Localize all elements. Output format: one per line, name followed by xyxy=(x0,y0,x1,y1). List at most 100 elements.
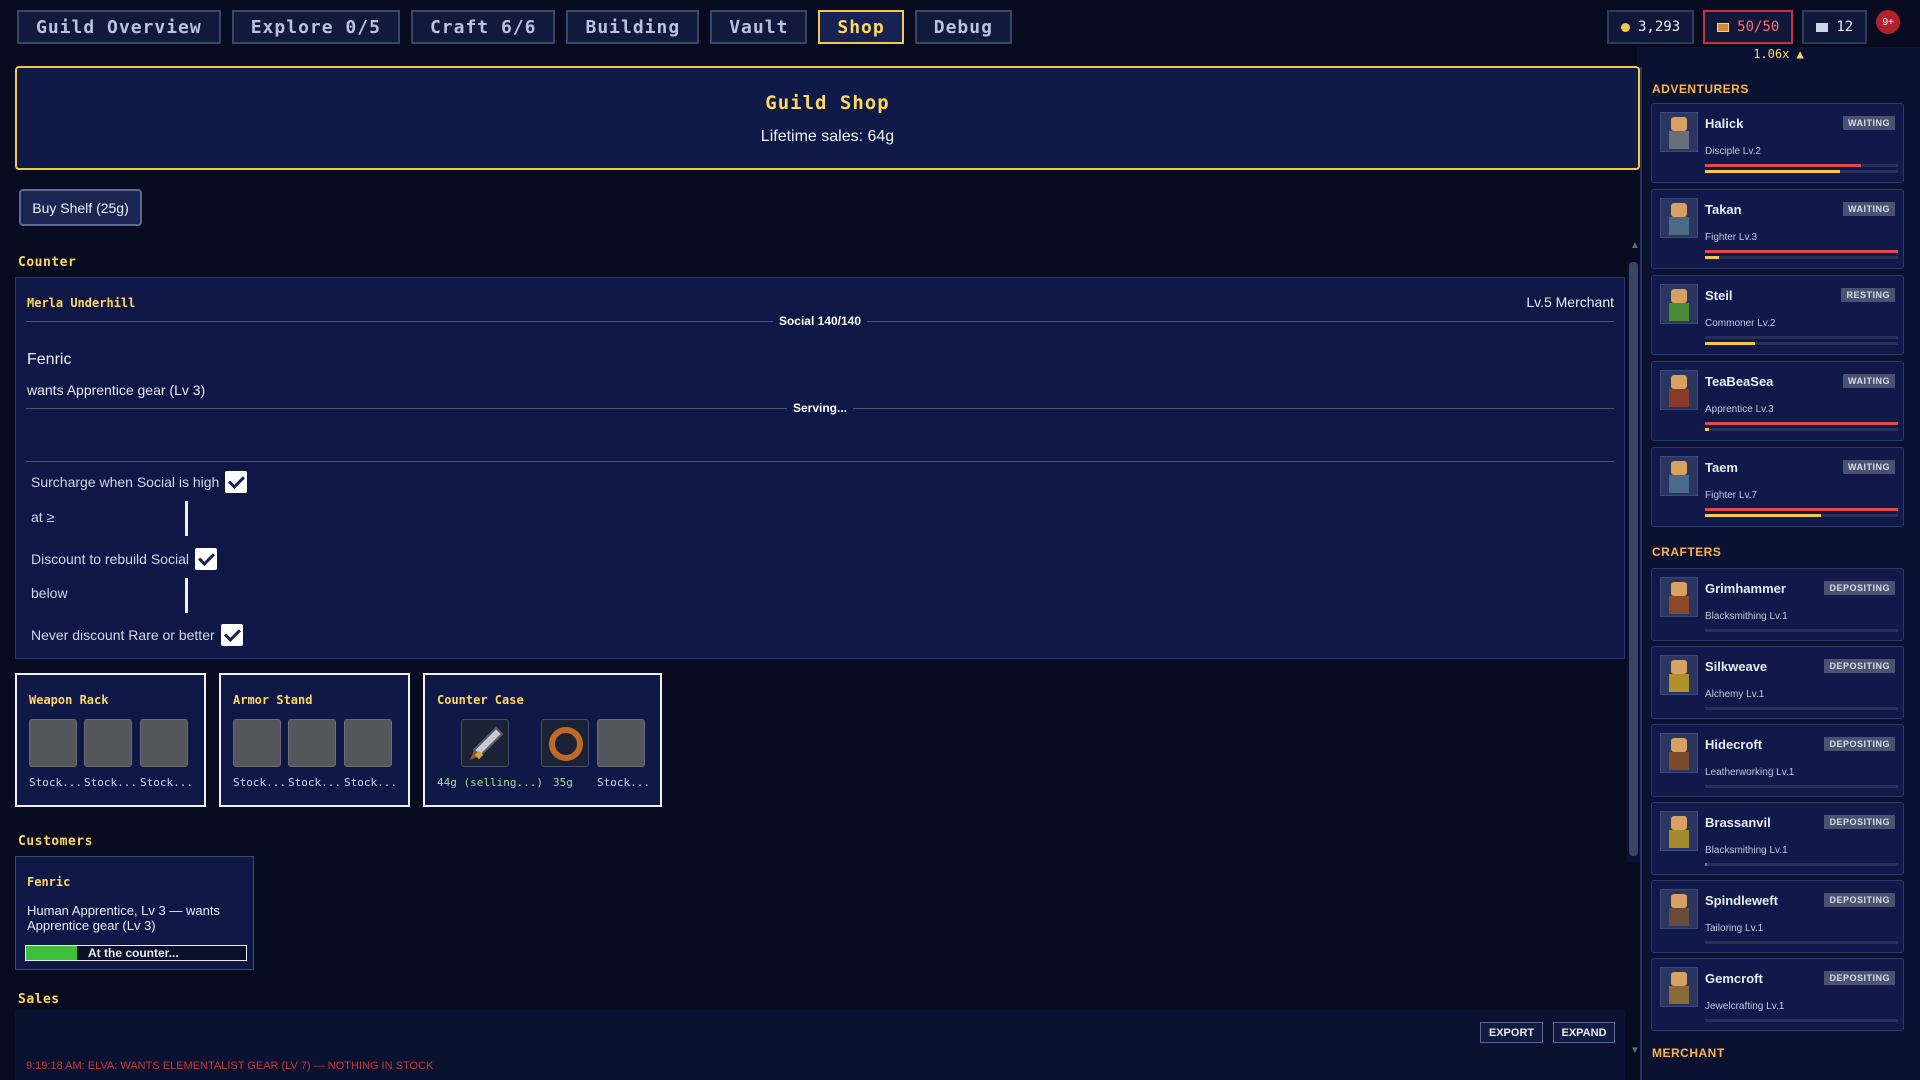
roster-sidebar: ADVENTURERS CRAFTERS MERCHANT Halick WAIT… xyxy=(1640,47,1920,1080)
customer-card[interactable]: Fenric Human Apprentice, Lv 3 — wants Ap… xyxy=(15,856,254,970)
tab-vault[interactable]: Vault xyxy=(710,10,808,44)
adventurer-name: TeaBeaSea xyxy=(1705,374,1774,389)
status-badge: DEPOSITING xyxy=(1824,659,1895,673)
tab-explore[interactable]: Explore 0/5 xyxy=(231,10,400,44)
shelf-slot[interactable] xyxy=(140,719,188,767)
xp-bar xyxy=(1705,707,1898,710)
merchant-name: Merla Underhill xyxy=(27,296,136,310)
sales-section-label: Sales xyxy=(18,992,60,1007)
discount-threshold-row: below xyxy=(31,585,68,601)
never-discount-checkbox[interactable] xyxy=(220,624,243,646)
shelf-slot[interactable] xyxy=(541,719,589,767)
main-scrollbar-thumb[interactable] xyxy=(1629,262,1638,856)
adventurer-name: Taem xyxy=(1705,460,1738,475)
adventurer-avatar xyxy=(1660,370,1698,410)
status-badge: DEPOSITING xyxy=(1824,893,1895,907)
crafter-name: Grimhammer xyxy=(1705,581,1786,596)
serving-progress: Serving... xyxy=(16,401,1624,415)
crafter-skill: Leatherworking Lv.1 xyxy=(1705,767,1795,778)
crafter-card[interactable]: Brassanvil DEPOSITING Blacksmithing Lv.1 xyxy=(1651,802,1904,875)
crafter-name: Spindleweft xyxy=(1705,893,1778,908)
scroll-up-arrow-icon[interactable]: ▲ xyxy=(1630,240,1640,251)
status-badge: DEPOSITING xyxy=(1824,971,1895,985)
discount-checkbox[interactable] xyxy=(194,548,217,570)
shop-banner: Guild Shop Lifetime sales: 64g xyxy=(15,66,1640,170)
adventurer-card[interactable]: Takan WAITING Fighter Lv.3 xyxy=(1651,189,1904,269)
export-button[interactable]: EXPORT xyxy=(1480,1022,1543,1043)
status-badge: WAITING xyxy=(1843,116,1895,130)
counter-customer-name: Fenric xyxy=(27,351,72,368)
xp-bar-fill xyxy=(1705,514,1821,517)
crafter-card[interactable]: Silkweave DEPOSITING Alchemy Lv.1 xyxy=(1651,646,1904,719)
status-badge: DEPOSITING xyxy=(1824,737,1895,751)
hp-bar xyxy=(1705,164,1898,167)
xp-bar-fill xyxy=(1705,256,1719,259)
slot-label: 44g (selling...) xyxy=(437,776,543,789)
surcharge-checkbox[interactable] xyxy=(225,471,248,493)
crafter-skill: Blacksmithing Lv.1 xyxy=(1705,845,1788,856)
shelf-slot[interactable] xyxy=(233,719,281,767)
crafter-avatar xyxy=(1660,655,1698,695)
gold-value: 3,293 xyxy=(1638,19,1681,35)
adventurer-card[interactable]: Taem WAITING Fighter Lv.7 xyxy=(1651,447,1904,527)
discount-threshold-slider[interactable] xyxy=(185,578,188,613)
hp-bar xyxy=(1705,508,1898,511)
shelf-slot[interactable] xyxy=(288,719,336,767)
game-speed[interactable]: 1.06x ▲ xyxy=(1637,47,1920,67)
crafter-avatar xyxy=(1660,967,1698,1007)
xp-bar-fill xyxy=(1705,342,1756,345)
shelf-slot[interactable] xyxy=(29,719,77,767)
customer-name: Fenric xyxy=(27,875,71,889)
chest-icon xyxy=(1717,22,1730,32)
amulet-icon xyxy=(549,727,583,761)
discount-label: Discount to rebuild Social xyxy=(31,551,189,567)
tab-craft[interactable]: Craft 6/6 xyxy=(410,10,556,44)
notification-badge[interactable]: 9+ xyxy=(1876,10,1901,34)
xp-bar xyxy=(1705,785,1898,788)
crafter-card[interactable]: Gemcroft DEPOSITING Jewelcrafting Lv.1 xyxy=(1651,958,1904,1031)
xp-bar xyxy=(1705,514,1898,517)
shelf-slot[interactable] xyxy=(344,719,392,767)
buy-shelf-button[interactable]: Buy Shelf (25g) xyxy=(19,189,142,226)
counter-section-label: Counter xyxy=(18,255,77,270)
discount-option: Discount to rebuild Social xyxy=(31,548,217,570)
surcharge-threshold-slider[interactable] xyxy=(185,501,188,536)
xp-bar xyxy=(1705,170,1898,173)
xp-bar xyxy=(1705,428,1898,431)
gold-stat[interactable]: 3,293 xyxy=(1607,10,1695,44)
adventurer-card[interactable]: Steil RESTING Commoner Lv.2 xyxy=(1651,275,1904,355)
tab-shop[interactable]: Shop xyxy=(818,10,904,44)
crafter-name: Brassanvil xyxy=(1705,815,1771,830)
scroll-down-arrow-icon[interactable]: ▼ xyxy=(1630,1045,1640,1056)
never-discount-label: Never discount Rare or better xyxy=(31,627,215,643)
adventurer-name: Halick xyxy=(1705,116,1744,131)
adventurer-card[interactable]: Halick WAITING Disciple Lv.2 xyxy=(1651,103,1904,183)
merchant-heading: MERCHANT xyxy=(1652,1046,1725,1060)
xp-bar xyxy=(1705,629,1898,632)
shelf-slot[interactable] xyxy=(84,719,132,767)
counter-panel: Merla Underhill Lv.5 Merchant Social 140… xyxy=(15,277,1625,659)
lifetime-sales: Lifetime sales: 64g xyxy=(760,128,895,145)
storage-stat[interactable]: 50/50 xyxy=(1703,10,1794,44)
members-stat[interactable]: 12 xyxy=(1802,10,1868,44)
tab-building[interactable]: Building xyxy=(566,10,700,44)
expand-button[interactable]: EXPAND xyxy=(1553,1022,1615,1043)
shelf-slot[interactable] xyxy=(461,719,509,767)
xp-bar-fill xyxy=(1705,428,1709,431)
resource-stats: 3,293 50/50 12 9+ xyxy=(1607,10,1901,44)
options-divider xyxy=(26,461,1614,462)
tab-guild-overview[interactable]: Guild Overview xyxy=(17,10,221,44)
slot-label: Stock... xyxy=(29,776,82,789)
crafter-card[interactable]: Hidecroft DEPOSITING Leatherworking Lv.1 xyxy=(1651,724,1904,797)
shelf-slot[interactable] xyxy=(597,719,645,767)
adventurers-heading: ADVENTURERS xyxy=(1652,82,1749,96)
crafter-card[interactable]: Grimhammer DEPOSITING Blacksmithing Lv.1 xyxy=(1651,568,1904,641)
crafter-name: Hidecroft xyxy=(1705,737,1763,752)
adventurer-card[interactable]: TeaBeaSea WAITING Apprentice Lv.3 xyxy=(1651,361,1904,441)
customer-progress-fill xyxy=(26,946,77,960)
people-icon xyxy=(1816,22,1829,32)
crafter-card[interactable]: Spindleweft DEPOSITING Tailoring Lv.1 xyxy=(1651,880,1904,953)
tab-debug[interactable]: Debug xyxy=(914,10,1012,44)
crafter-avatar xyxy=(1660,733,1698,773)
status-badge: WAITING xyxy=(1843,202,1895,216)
